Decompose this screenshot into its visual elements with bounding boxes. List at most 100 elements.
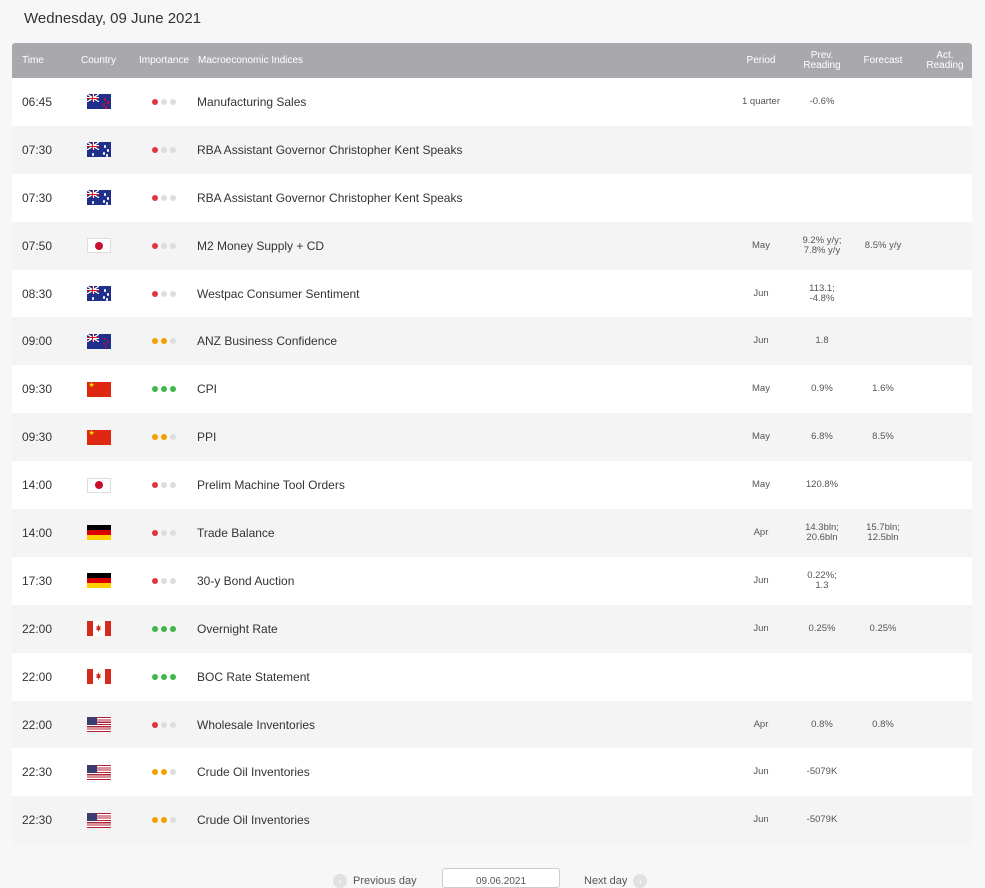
event-importance <box>131 338 197 345</box>
header-time: Time <box>22 54 44 66</box>
flag-au-icon <box>86 286 111 301</box>
table-row[interactable]: 09:30 CPI May 0.9% 1.6% <box>12 365 972 414</box>
flag-us-icon <box>86 717 111 733</box>
table-row[interactable]: 08:30 Westpac Consumer Sentiment Jun 113.1;… <box>12 269 972 318</box>
event-period: Jun <box>753 766 769 778</box>
importance-dot <box>152 98 158 105</box>
table-row[interactable]: 14:00 Prelim Machine Tool Orders May 120.8% <box>12 461 972 510</box>
event-time: 07:30 <box>22 142 53 157</box>
table-row[interactable]: 22:30 Crude Oil Inventories Jun -5079K <box>12 796 972 845</box>
importance-dot <box>170 817 176 824</box>
importance-dots <box>152 434 176 441</box>
event-prev-reading: 0.25% <box>796 623 848 634</box>
table-row[interactable]: 22:00 Wholesale Inventories Apr 0.8% 0.8% <box>12 700 972 749</box>
importance-dot <box>170 529 176 536</box>
event-period: Jun <box>753 814 769 826</box>
event-country <box>66 573 131 589</box>
importance-dot <box>170 338 176 345</box>
importance-dot <box>170 625 176 632</box>
importance-dots <box>152 386 176 393</box>
event-country <box>66 381 131 397</box>
event-prev-reading-line1: 0.8% <box>811 718 833 730</box>
importance-dot <box>152 386 158 393</box>
event-time: 09:30 <box>22 382 53 397</box>
importance-dots <box>152 769 176 776</box>
table-row[interactable]: 22:00 Overnight Rate Jun 0.25% 0.25% <box>12 604 972 653</box>
event-period: Jun <box>753 622 769 634</box>
importance-dot <box>152 721 158 728</box>
event-forecast-line1: 8.5% y/y <box>864 239 902 251</box>
event-country <box>66 477 131 493</box>
event-period: May <box>752 431 770 443</box>
importance-dot <box>161 673 167 680</box>
importance-dots <box>152 529 176 536</box>
table-row[interactable]: 22:00 BOC Rate Statement <box>12 652 972 701</box>
table-row[interactable]: 07:30 RBA Assistant Governor Christopher … <box>12 125 972 174</box>
event-country <box>66 238 131 254</box>
event-period: Apr <box>753 718 769 730</box>
event-prev-reading-line1: 0.9% <box>811 383 833 395</box>
table-body: 06:45 Manufacturing Sales 1 quarter -0.6% 07… <box>12 78 972 845</box>
header-act-line2: Reading <box>926 59 964 71</box>
next-day-button[interactable]: Next day › <box>584 874 648 888</box>
event-name: Crude Oil Inventories <box>197 765 310 780</box>
importance-dot <box>161 386 167 393</box>
event-prev-reading-line1: -0.6% <box>809 95 835 107</box>
event-forecast: 0.8% <box>848 719 918 730</box>
event-importance <box>131 769 197 776</box>
event-time: 22:00 <box>22 621 53 636</box>
event-country <box>66 286 131 301</box>
date-title: Wednesday, 09 June 2021 <box>24 10 202 27</box>
event-time: 14:00 <box>22 478 53 493</box>
event-prev-reading: 1.8 <box>796 336 848 346</box>
importance-dots <box>152 721 176 728</box>
event-forecast-line1: 0.25% <box>869 622 897 634</box>
importance-dot <box>161 290 167 297</box>
event-prev-reading: 0.9% <box>796 384 848 394</box>
event-prev-reading-line1: 1.8 <box>815 335 829 347</box>
calendar-table: Time Country Importance Macroeconomic In… <box>12 43 972 845</box>
table-row[interactable]: 07:50 M2 Money Supply + CD May 9.2% y/y; 7.8… <box>12 221 972 270</box>
next-day-label: Next day <box>584 875 628 887</box>
importance-dot <box>152 194 158 201</box>
importance-dot <box>170 146 176 153</box>
table-row[interactable]: 09:00 ANZ Business Confidence Jun 1.8 <box>12 317 972 366</box>
event-forecast-line1: 8.5% <box>872 431 894 443</box>
importance-dot <box>152 242 158 249</box>
event-period: Apr <box>753 526 769 538</box>
event-importance <box>131 625 197 632</box>
importance-dot <box>170 673 176 680</box>
event-forecast: 8.5% y/y <box>848 239 918 251</box>
event-time: 22:30 <box>22 813 53 828</box>
event-forecast: 1.6% <box>848 384 918 394</box>
event-time: 06:45 <box>22 94 53 109</box>
importance-dot <box>152 482 158 489</box>
event-name: Wholesale Inventories <box>197 717 316 732</box>
event-period: 1 quarter <box>741 95 781 107</box>
table-row[interactable]: 07:30 RBA Assistant Governor Christopher … <box>12 173 972 222</box>
event-prev-reading-line1: -5079K <box>806 814 838 826</box>
flag-cn-icon <box>86 429 111 445</box>
event-period: May <box>752 239 770 251</box>
table-row[interactable]: 06:45 Manufacturing Sales 1 quarter -0.6% <box>12 78 972 126</box>
importance-dots <box>152 625 176 632</box>
table-row[interactable]: 22:30 Crude Oil Inventories Jun -5079K <box>12 748 972 797</box>
previous-day-button[interactable]: ‹ Previous day <box>333 874 417 888</box>
table-row[interactable]: 14:00 Trade Balance Apr 14.3bln; 20.6bln 15.7… <box>12 509 972 557</box>
table-row[interactable]: 09:30 PPI May 6.8% 8.5% <box>12 413 972 462</box>
table-row[interactable]: 17:30 30-y Bond Auction Jun 0.22%; 1.3 <box>12 556 972 605</box>
importance-dots <box>152 290 176 297</box>
flag-jp-icon <box>86 238 111 254</box>
header-prev-line2: Reading <box>803 59 841 71</box>
event-country <box>66 525 131 541</box>
chevron-right-icon: › <box>633 874 648 888</box>
event-name: Crude Oil Inventories <box>197 813 310 828</box>
importance-dot <box>161 817 167 824</box>
importance-dot <box>170 721 176 728</box>
importance-dot <box>161 529 167 536</box>
event-importance <box>131 98 197 105</box>
importance-dot <box>161 146 167 153</box>
importance-dots <box>152 98 176 105</box>
header-forecast: Forecast <box>863 54 903 66</box>
date-input[interactable]: 09.06.2021 <box>442 868 560 888</box>
